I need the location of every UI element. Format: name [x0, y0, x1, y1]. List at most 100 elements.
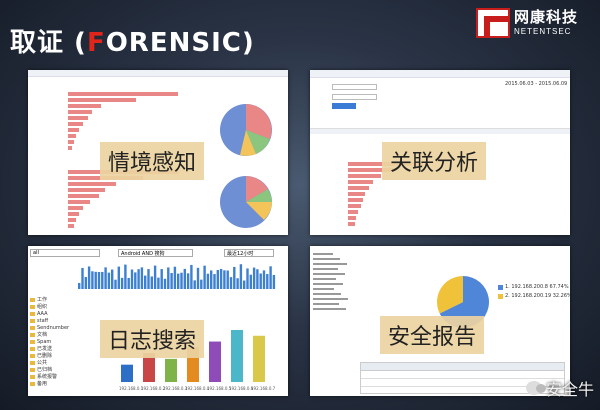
histogram-bar: [160, 269, 163, 289]
histogram-bar: [226, 270, 229, 289]
ip-bar: [165, 358, 177, 382]
histogram-bar: [150, 276, 153, 289]
page-title: 取证 (FORENSIC): [10, 28, 255, 58]
histogram-bar: [153, 265, 157, 289]
log-search-panel: all Android AND 搜狗 最近12小时 工作 组织 AAA staff Se…: [28, 246, 288, 396]
histogram-bar: [190, 264, 193, 289]
folder-item[interactable]: 工作: [30, 296, 75, 303]
folder-icon: [30, 332, 35, 337]
histogram-bar: [120, 277, 124, 289]
bar: [348, 198, 363, 202]
folder-item[interactable]: 公共: [30, 359, 75, 366]
histogram-bar: [117, 266, 120, 289]
bar: [348, 204, 361, 208]
folder-item[interactable]: 已归档: [30, 366, 75, 373]
security-report-panel: 1. 192.168.200.8 67.74% 2. 192.168.200.19…: [310, 246, 570, 396]
folder-item[interactable]: 组织: [30, 303, 75, 310]
histogram-bar: [101, 271, 104, 289]
legend-swatch: [498, 284, 503, 290]
folder-item[interactable]: 已发送: [30, 345, 75, 352]
bar: [68, 194, 99, 198]
toc-line: [313, 308, 346, 310]
histogram-bar: [147, 269, 150, 289]
histogram-bar: [262, 270, 266, 289]
folder-item[interactable]: 系统报警: [30, 373, 75, 380]
folder-item[interactable]: Sendnumber: [30, 324, 75, 331]
time-range-select[interactable]: 最近12小时: [224, 249, 274, 257]
folder-item[interactable]: 文档: [30, 331, 75, 338]
histogram-bar: [252, 267, 256, 289]
histogram-bar: [124, 264, 127, 289]
bar: [68, 104, 101, 108]
histogram-bar: [210, 270, 213, 289]
pie-chart-top: [220, 104, 272, 156]
histogram-bar: [213, 274, 216, 289]
bar: [348, 186, 369, 190]
situation-caption: 情境感知: [100, 142, 205, 180]
histogram-bar: [81, 267, 84, 289]
ip-bar-label: 192.168.0.1: [119, 386, 144, 391]
histogram-bar: [170, 272, 173, 289]
filter-select[interactable]: [332, 84, 377, 90]
histogram-bar: [177, 273, 180, 289]
histogram-bar: [111, 269, 114, 289]
folder-icon: [30, 374, 35, 379]
legend-swatch: [498, 293, 503, 299]
query-button[interactable]: [332, 103, 356, 109]
bar: [68, 128, 79, 132]
bar: [68, 140, 74, 144]
histogram-bar: [206, 273, 210, 289]
histogram-bar: [223, 270, 226, 289]
search-input[interactable]: all: [30, 249, 100, 257]
histogram-bar: [87, 266, 91, 289]
histogram-bar: [130, 269, 134, 289]
situation-awareness-panel: 情境感知: [28, 70, 288, 235]
ip-bar: [231, 330, 243, 382]
histogram-bar: [173, 266, 177, 289]
histogram-bar: [203, 265, 206, 289]
ip-bar-label: 192.168.0.6: [229, 386, 254, 391]
histogram-bar: [84, 277, 87, 289]
logo-cn-text: 网康科技: [514, 8, 579, 26]
report-legend: 1. 192.168.200.8 67.74% 2. 192.168.200.19…: [498, 284, 570, 302]
bar: [68, 206, 84, 210]
ip-bar: [209, 341, 221, 382]
bar: [68, 212, 79, 216]
histogram-bar: [243, 280, 246, 289]
date-range: 2015.06.03 - 2015.06.09: [505, 81, 568, 87]
bar: [68, 182, 117, 186]
histogram-bar: [193, 280, 196, 289]
filter-select-2[interactable]: [332, 94, 377, 100]
folder-icon: [30, 304, 35, 309]
folder-item[interactable]: 已删除: [30, 352, 75, 359]
folder-item[interactable]: AAA: [30, 310, 75, 317]
histogram-bar: [269, 266, 272, 289]
histogram-bar: [137, 269, 140, 289]
folder-icon: [30, 318, 35, 323]
title-highlight: F: [86, 28, 106, 58]
folder-icon: [30, 311, 35, 316]
histogram-bar: [266, 274, 269, 289]
folder-item[interactable]: 备用: [30, 380, 75, 387]
toc-line: [313, 293, 341, 295]
app-filter-input[interactable]: Android AND 搜狗: [118, 249, 193, 257]
histogram-bar: [134, 272, 137, 289]
bar: [68, 116, 88, 120]
folder-icon: [30, 346, 35, 351]
folder-icon: [30, 367, 35, 372]
folder-item[interactable]: staff: [30, 317, 75, 324]
bar: [68, 98, 137, 102]
watermark: 安全牛: [525, 376, 594, 400]
histogram-bar: [249, 274, 252, 289]
bar: [348, 174, 382, 178]
histogram-bar: [186, 273, 190, 289]
toc-line: [313, 283, 343, 285]
folder-item[interactable]: Spam: [30, 338, 75, 345]
bar: [348, 192, 365, 196]
bar: [68, 188, 106, 192]
wechat-icon: [525, 381, 546, 395]
folder-icon: [30, 325, 35, 330]
histogram-bar: [167, 267, 170, 289]
report-caption: 安全报告: [380, 316, 485, 354]
histogram-bar: [239, 264, 243, 289]
